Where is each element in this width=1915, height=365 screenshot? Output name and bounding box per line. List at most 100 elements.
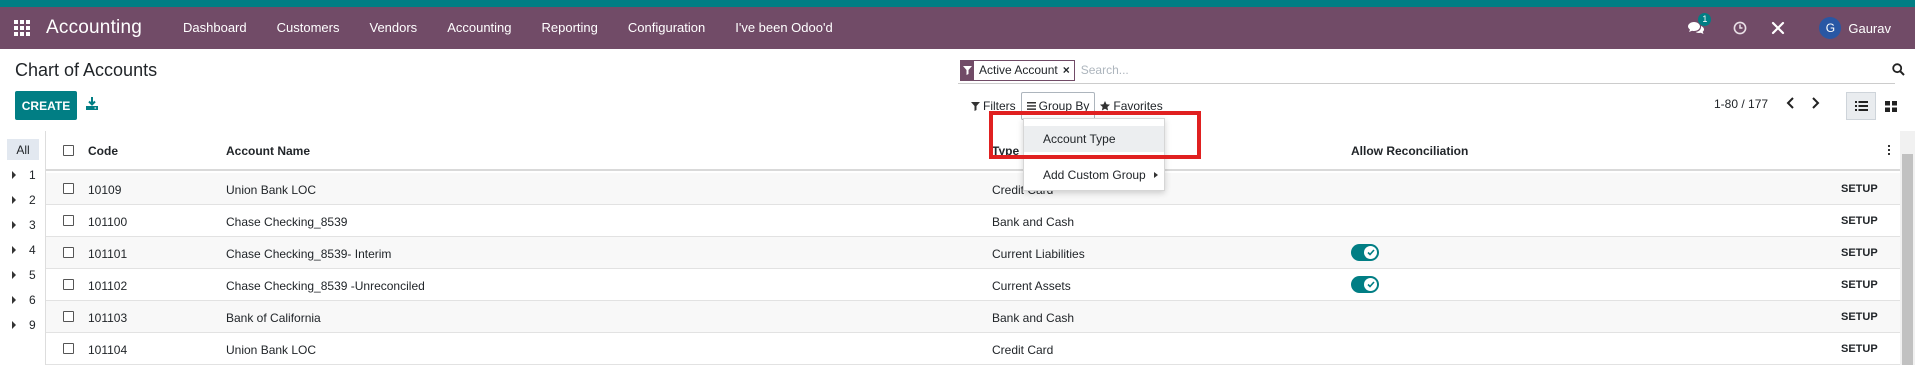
column-header-code[interactable]: Code — [88, 144, 118, 158]
setup-button[interactable]: SETUP — [1841, 183, 1878, 195]
sidebar-item-label: 1 — [29, 168, 36, 182]
sidebar-item-label: 2 — [29, 193, 36, 207]
filter-facet-icon — [961, 60, 974, 80]
navbar-systray: 1 G Gaurav — [1681, 7, 1915, 49]
menu-item-reporting[interactable]: Reporting — [527, 7, 613, 49]
row-checkbox[interactable] — [63, 279, 74, 290]
table-row[interactable]: 101104 Union Bank LOC Credit Card SETUP — [46, 333, 1900, 365]
download-icon[interactable] — [86, 97, 100, 113]
table-row[interactable]: 101102 Chase Checking_8539 -Unreconciled… — [46, 269, 1900, 301]
row-checkbox[interactable] — [63, 215, 74, 226]
sidebar-item-label: 4 — [29, 243, 36, 257]
sidebar-item-all[interactable]: All — [7, 139, 39, 160]
sidebar-item-9[interactable]: 9 — [12, 318, 36, 332]
expand-icon — [12, 171, 16, 179]
menu-item-odood[interactable]: I've been Odoo'd — [720, 7, 847, 49]
search-facet: Active Account × — [960, 59, 1075, 81]
main-menu: Dashboard Customers Vendors Accounting R… — [168, 7, 848, 49]
pager-value[interactable]: 1-80 / 177 — [1714, 97, 1768, 111]
cell-code: 10109 — [88, 183, 122, 197]
optional-columns-icon[interactable] — [1888, 145, 1891, 157]
row-checkbox[interactable] — [63, 247, 74, 258]
sidebar-item-label: 6 — [29, 293, 36, 307]
pager-previous-icon[interactable] — [1786, 96, 1795, 113]
add-custom-group-option[interactable]: Add Custom Group — [1024, 162, 1164, 188]
table-row[interactable]: 101101 Chase Checking_8539- Interim Curr… — [46, 237, 1900, 269]
sidebar-item-label: 3 — [29, 218, 36, 232]
annotation-highlight-box — [989, 111, 1201, 159]
cell-type: Current Assets — [992, 279, 1071, 293]
search-bar: Active Account × Search... — [958, 57, 1905, 84]
expand-icon — [12, 296, 16, 304]
sidebar-item-label: 9 — [29, 318, 36, 332]
reconcile-toggle[interactable] — [1351, 244, 1379, 261]
expand-icon — [12, 271, 16, 279]
app-switcher-icon[interactable] — [0, 7, 44, 49]
menu-item-vendors[interactable]: Vendors — [354, 7, 432, 49]
row-checkbox[interactable] — [63, 183, 74, 194]
cell-account-name: Chase Checking_8539 — [226, 215, 348, 229]
menu-item-configuration[interactable]: Configuration — [613, 7, 720, 49]
app-brand[interactable]: Accounting — [46, 17, 142, 39]
cell-code: 101100 — [88, 215, 128, 229]
create-button[interactable]: CREATE — [15, 91, 77, 120]
cell-code: 101104 — [88, 343, 128, 357]
cell-type: Bank and Cash — [992, 311, 1075, 325]
menu-item-accounting[interactable]: Accounting — [432, 7, 526, 49]
facet-remove-icon[interactable]: × — [1063, 61, 1074, 80]
setup-button[interactable]: SETUP — [1841, 247, 1878, 259]
cell-account-name: Union Bank LOC — [226, 183, 317, 197]
menu-item-dashboard[interactable]: Dashboard — [168, 7, 262, 49]
table-row[interactable]: 101103 Bank of California Bank and Cash … — [46, 301, 1900, 333]
list-view-icon[interactable] — [1846, 92, 1876, 120]
top-accent-line — [0, 0, 1915, 7]
column-header-allow-reconciliation[interactable]: Allow Reconciliation — [1351, 144, 1468, 158]
setup-button[interactable]: SETUP — [1841, 343, 1878, 355]
cell-type: Bank and Cash — [992, 215, 1075, 229]
star-icon — [1100, 101, 1111, 111]
kanban-view-icon[interactable] — [1876, 92, 1906, 120]
expand-icon — [12, 321, 16, 329]
sidebar-item-6[interactable]: 6 — [12, 293, 36, 307]
caret-right-icon — [1154, 172, 1158, 178]
search-input[interactable]: Search... — [1081, 63, 1895, 77]
facet-label: Active Account — [979, 62, 1058, 77]
user-name[interactable]: Gaurav — [1848, 21, 1891, 36]
table-row[interactable]: 10109 Union Bank LOC Credit Card SETUP — [46, 173, 1900, 205]
chat-icon[interactable]: 1 — [1681, 13, 1712, 35]
table-row[interactable]: 101100 Chase Checking_8539 Bank and Cash… — [46, 205, 1900, 237]
setup-button[interactable]: SETUP — [1841, 215, 1878, 227]
account-group-sidebar: All 1 2 3 4 5 6 9 — [0, 131, 46, 365]
sidebar-item-2[interactable]: 2 — [12, 193, 36, 207]
setup-button[interactable]: SETUP — [1841, 279, 1878, 291]
reconcile-toggle[interactable] — [1351, 276, 1379, 293]
row-checkbox[interactable] — [63, 311, 74, 322]
menu-item-customers[interactable]: Customers — [262, 7, 355, 49]
pager-next-icon[interactable] — [1811, 96, 1820, 113]
sidebar-item-5[interactable]: 5 — [12, 268, 36, 282]
sidebar-item-3[interactable]: 3 — [12, 218, 36, 232]
search-icon[interactable] — [1892, 63, 1905, 81]
sidebar-item-4[interactable]: 4 — [12, 243, 36, 257]
add-custom-group-label: Add Custom Group — [1043, 168, 1146, 182]
expand-icon — [12, 221, 16, 229]
row-checkbox[interactable] — [63, 343, 74, 354]
sidebar-item-1[interactable]: 1 — [12, 168, 36, 182]
tools-icon[interactable] — [1763, 21, 1793, 35]
expand-icon — [12, 196, 16, 204]
scrollbar-thumb[interactable] — [1902, 154, 1913, 365]
select-all-checkbox[interactable] — [63, 145, 74, 156]
setup-button[interactable]: SETUP — [1841, 311, 1878, 323]
column-header-account-name[interactable]: Account Name — [226, 144, 310, 158]
expand-icon — [12, 246, 16, 254]
user-avatar[interactable]: G — [1819, 17, 1842, 39]
cell-account-name: Chase Checking_8539 -Unreconciled — [226, 279, 425, 293]
bars-icon — [1026, 102, 1036, 110]
cell-type: Credit Card — [992, 343, 1054, 357]
cell-account-name: Chase Checking_8539- Interim — [226, 247, 392, 261]
clock-icon[interactable] — [1725, 21, 1755, 35]
main-navbar: Accounting Dashboard Customers Vendors A… — [0, 7, 1915, 49]
page-title: Chart of Accounts — [15, 60, 158, 80]
table-header: Code Account Name Type Allow Reconciliat… — [46, 131, 1900, 171]
vertical-scrollbar[interactable] — [1900, 131, 1915, 365]
